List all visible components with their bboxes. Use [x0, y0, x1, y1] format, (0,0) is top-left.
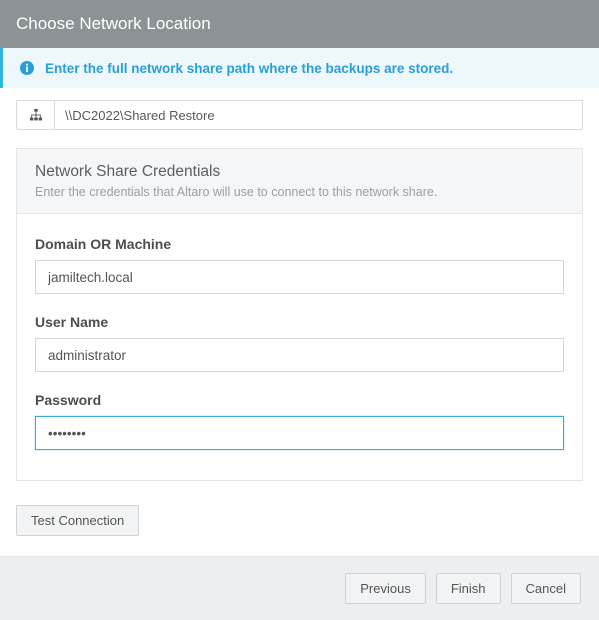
credentials-panel-header: Network Share Credentials Enter the cred…	[17, 149, 582, 214]
network-path-value: \\DC2022\Shared Restore	[55, 101, 582, 129]
info-icon	[19, 60, 35, 76]
password-label: Password	[35, 392, 564, 408]
username-label: User Name	[35, 314, 564, 330]
credentials-panel-subtitle: Enter the credentials that Altaro will u…	[35, 185, 564, 199]
domain-label: Domain OR Machine	[35, 236, 564, 252]
info-message: Enter the full network share path where …	[45, 61, 453, 76]
dialog-title: Choose Network Location	[16, 14, 211, 34]
dialog-footer: Previous Finish Cancel	[0, 556, 599, 620]
sitemap-icon	[17, 101, 55, 129]
test-connection-button[interactable]: Test Connection	[16, 505, 139, 536]
username-input[interactable]	[35, 338, 564, 372]
previous-button[interactable]: Previous	[345, 573, 426, 604]
finish-button[interactable]: Finish	[436, 573, 501, 604]
network-path-field[interactable]: \\DC2022\Shared Restore	[16, 100, 583, 130]
credentials-panel: Network Share Credentials Enter the cred…	[16, 148, 583, 481]
dialog-header: Choose Network Location	[0, 0, 599, 48]
domain-input[interactable]	[35, 260, 564, 294]
credentials-panel-title: Network Share Credentials	[35, 163, 564, 181]
cancel-button[interactable]: Cancel	[511, 573, 581, 604]
info-banner: Enter the full network share path where …	[0, 48, 599, 88]
password-input[interactable]	[35, 416, 564, 450]
